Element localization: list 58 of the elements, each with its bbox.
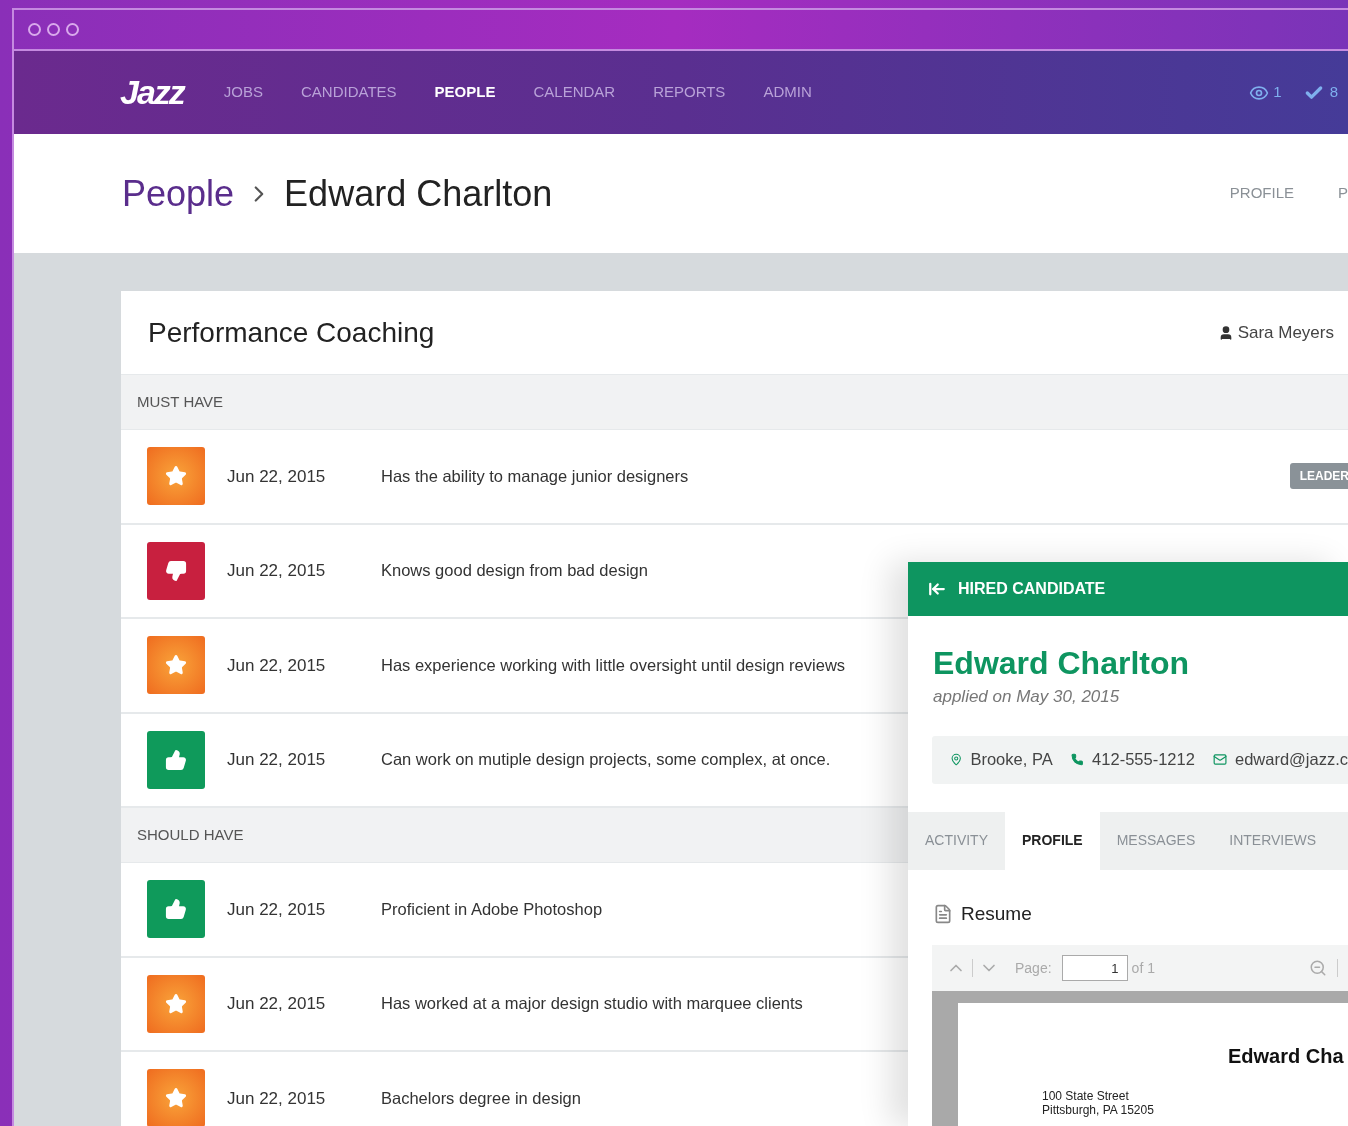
card-title: Performance Coaching	[148, 315, 435, 350]
row-criterion: Bachelors degree in design	[381, 1087, 581, 1109]
breadcrumb-link[interactable]: People	[122, 166, 235, 221]
nav-link[interactable]: ADMIN	[763, 81, 812, 104]
nav-link[interactable]: CANDIDATES	[301, 81, 397, 104]
row-date: Jun 22, 2015	[227, 560, 327, 582]
applied-date: applied on May 30, 2015	[933, 686, 1121, 708]
row-criterion: Knows good design from bad design	[381, 560, 648, 582]
resume-address-line: 100 State Street	[1042, 1089, 1130, 1103]
section-heading: SHOULD HAVE	[137, 824, 244, 845]
row-criterion: Has worked at a major design studio with marquee clients	[381, 993, 803, 1015]
logo[interactable]: Jazz	[120, 67, 184, 118]
row-date: Jun 22, 2015	[227, 993, 327, 1015]
nav-link[interactable]: CALENDAR	[533, 81, 616, 104]
row-criterion: Can work on mutiple design projects, some complex, at once.	[381, 749, 831, 771]
thumbs-down-icon	[147, 541, 205, 600]
row-date: Jun 22, 2015	[227, 898, 327, 921]
location-pin-icon	[950, 752, 963, 767]
row-date: Jun 22, 2015	[227, 465, 327, 488]
candidate-name: Edward Charlton	[933, 644, 1190, 682]
row-date: Jun 22, 2015	[227, 654, 327, 677]
row-criterion: Has the ability to manage junior designers	[381, 465, 689, 487]
row-criterion: Has experience working with little oversight until design reviews	[381, 654, 846, 676]
panel-tab[interactable]: MESSAGES	[1099, 811, 1213, 870]
collapse-icon[interactable]	[928, 580, 946, 598]
panel-tab[interactable]: ACTIVITY	[908, 811, 1005, 870]
row-date: Jun 22, 2015	[227, 749, 327, 771]
page-label: Page:	[1015, 958, 1052, 978]
resume-heading: Resume	[961, 901, 1032, 926]
tag-badge: LEADER	[1289, 463, 1348, 490]
resume-name: Edward Cha	[1227, 1044, 1345, 1069]
panel-tab[interactable]: PROFILE	[1005, 811, 1100, 870]
page-input[interactable]: 1	[1061, 955, 1128, 981]
row-date: Jun 22, 2015	[227, 1087, 327, 1110]
phone-icon	[1070, 752, 1084, 767]
views-count: 1	[1273, 82, 1282, 103]
panel-tab[interactable]: INTERVIEWS	[1212, 811, 1334, 870]
thumbs-up-icon	[147, 730, 205, 789]
resume-address-line: Pittsburgh, PA 15205	[1042, 1103, 1155, 1117]
row-criterion: Proficient in Adobe Photoshop	[381, 898, 603, 920]
thumbs-up-icon	[147, 880, 205, 939]
page-tab[interactable]: PROFILE	[1229, 182, 1294, 205]
mail-icon	[1212, 751, 1227, 768]
section-heading: MUST HAVE	[137, 391, 224, 412]
page-tab[interactable]: P	[1338, 182, 1348, 205]
email-address: edward@jazz.c	[1234, 749, 1348, 771]
document-icon	[933, 903, 953, 924]
phone-number: 412-555-1212	[1092, 749, 1195, 771]
page-total: of 1	[1131, 958, 1155, 978]
nav-link[interactable]: JOBS	[223, 81, 263, 104]
status-heading: HIRED CANDIDATE	[958, 579, 1106, 599]
location-text: Brooke, PA	[970, 749, 1053, 771]
nav-link[interactable]: REPORTS	[653, 81, 726, 104]
page-title: Edward Charlton	[284, 171, 553, 216]
nav-link[interactable]: PEOPLE	[434, 81, 496, 104]
zoom-out-icon[interactable]	[1309, 959, 1327, 977]
approvals-count: 8	[1329, 82, 1338, 103]
owner-name: Sara Meyers	[1237, 321, 1334, 344]
